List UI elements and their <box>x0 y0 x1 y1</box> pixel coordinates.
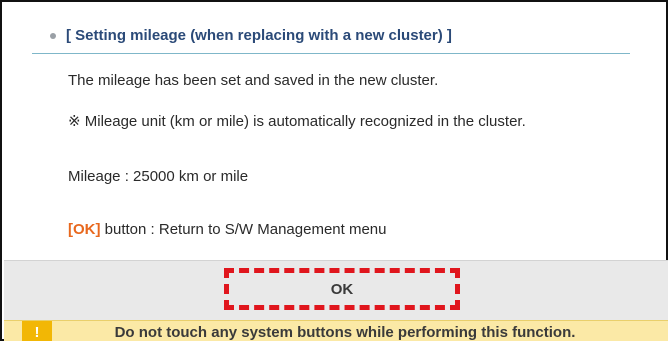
ok-instruction-text: button : Return to S/W Management menu <box>100 221 387 238</box>
warning-bar: ! Do not touch any system buttons while … <box>4 320 668 341</box>
warning-icon: ! <box>22 320 52 341</box>
dialog-frame: [ Setting mileage (when replacing with a… <box>0 0 668 341</box>
warning-text: Do not touch any system buttons while pe… <box>114 323 576 341</box>
ok-instruction: [OK] button : Return to S/W Management m… <box>68 220 386 240</box>
section-heading: [ Setting mileage (when replacing with a… <box>32 24 630 54</box>
ok-button-highlight <box>224 268 460 310</box>
saved-message: The mileage has been set and saved in th… <box>68 72 439 89</box>
unit-note: ※ Mileage unit (km or mile) is automatic… <box>68 113 526 130</box>
heading-text: [ Setting mileage (when replacing with a… <box>66 27 452 44</box>
ok-tag: [OK] <box>68 221 101 238</box>
bullet-icon <box>50 33 56 39</box>
mileage-readout: Mileage : 25000 km or mile <box>68 168 249 185</box>
